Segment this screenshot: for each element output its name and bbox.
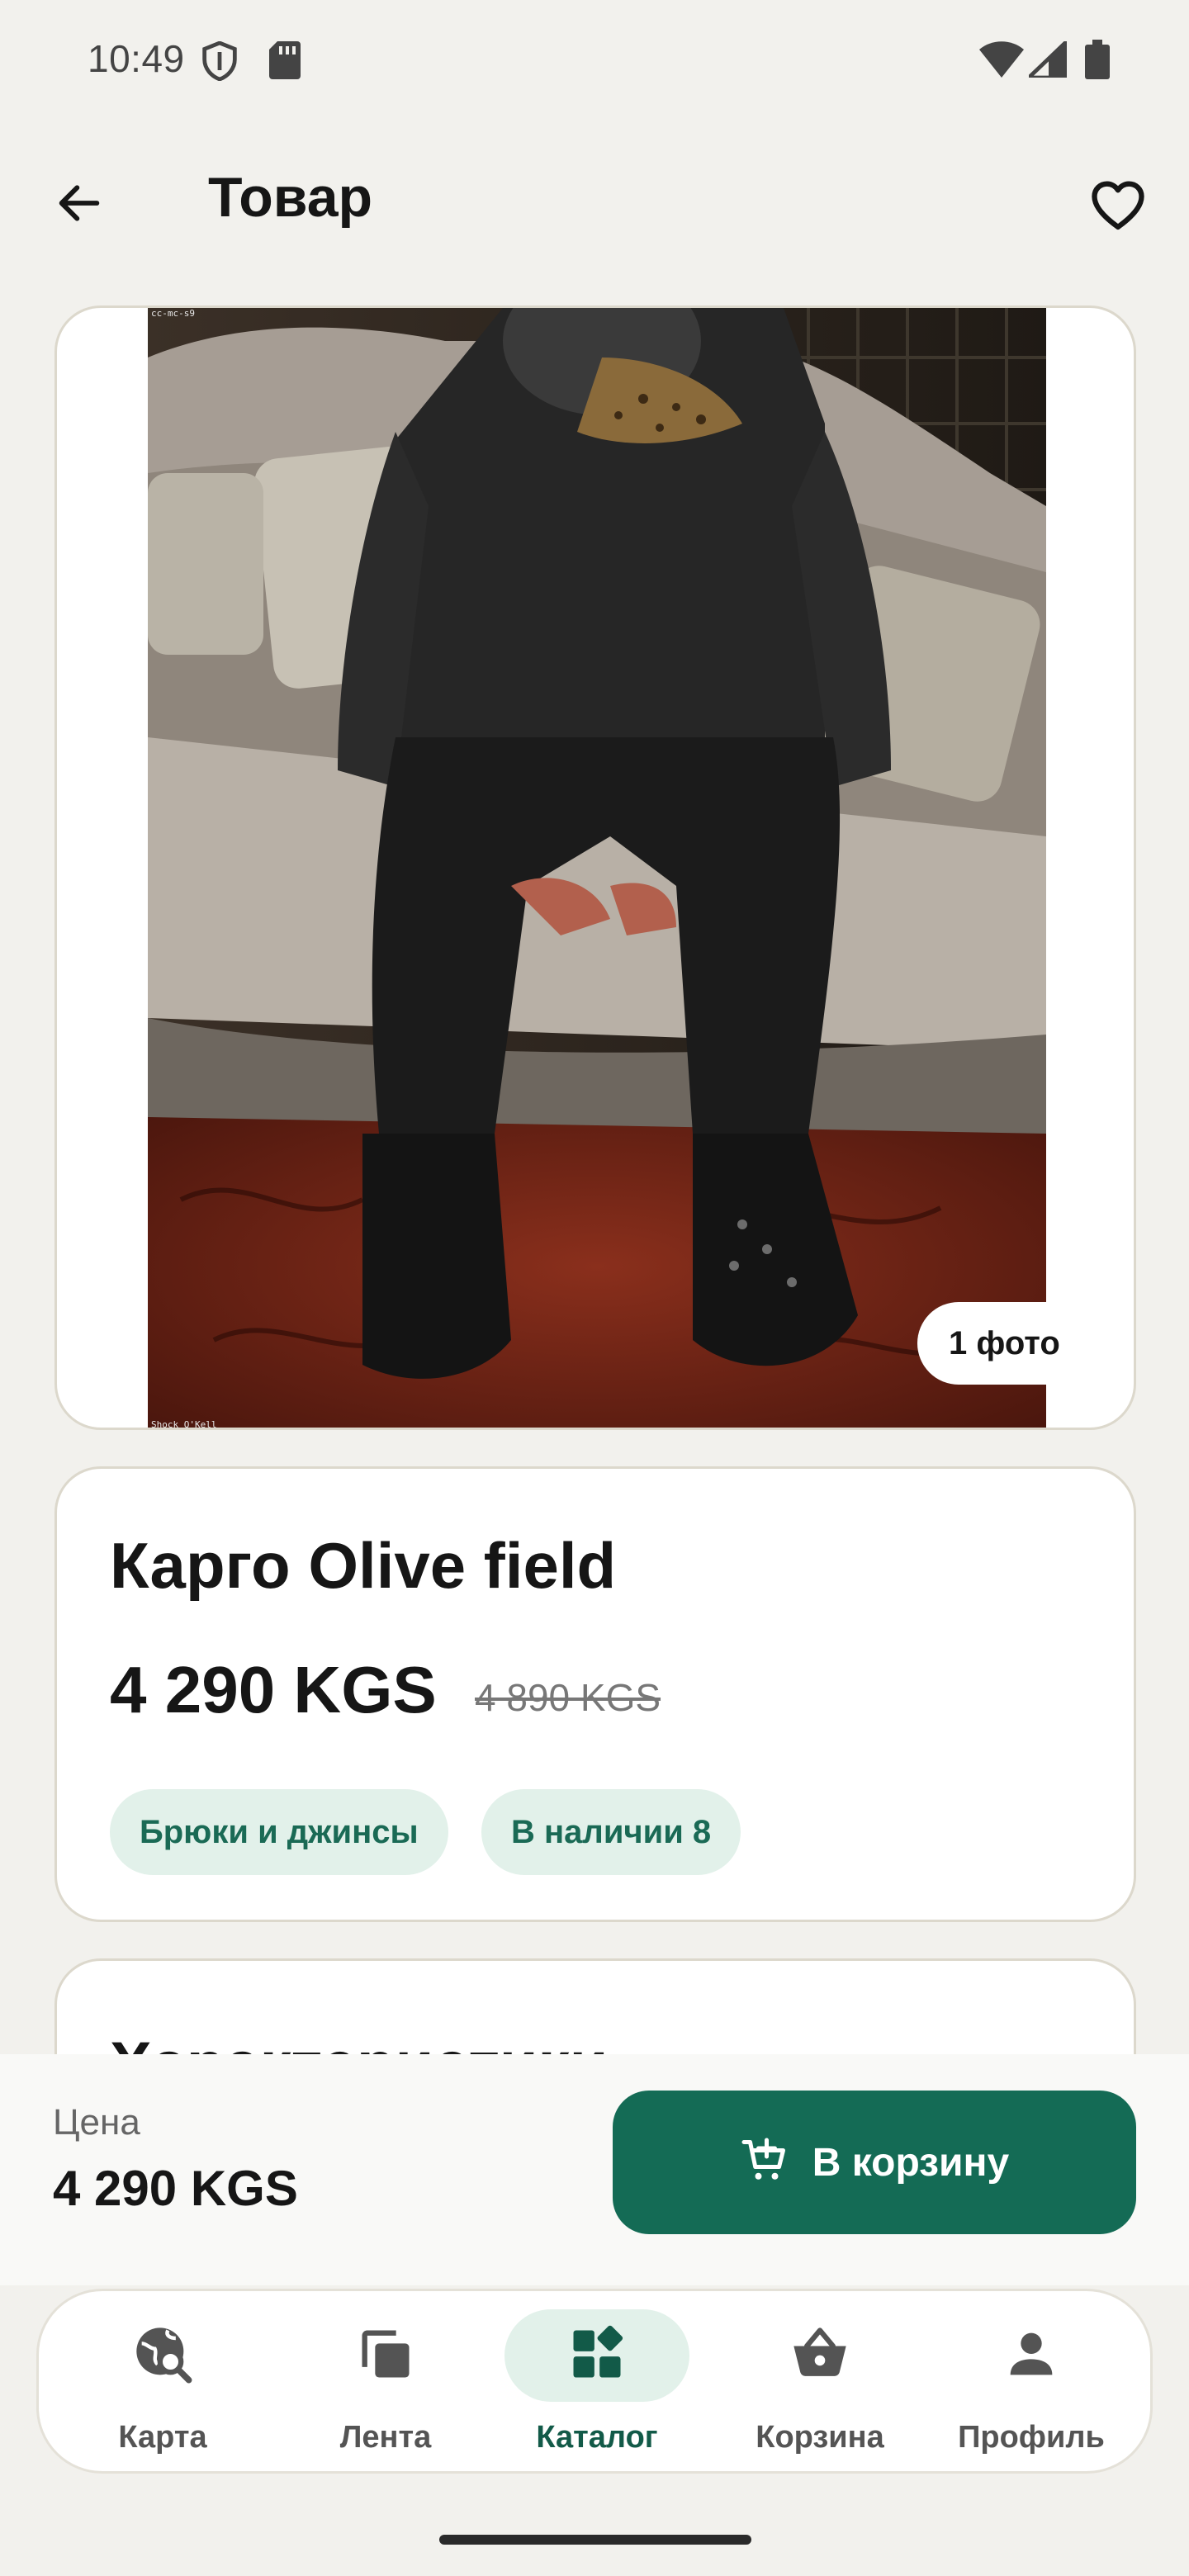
basket-icon [789, 2323, 851, 2389]
purchase-price: 4 290 KGS [53, 2161, 298, 2216]
photo-caption-top: cc-mc-s9 [151, 308, 195, 319]
product-info-card: Карго Olive field 4 290 KGS 4 890 KGS Бр… [54, 1466, 1136, 1922]
wifi-icon [979, 41, 1024, 82]
heart-outline-icon [1087, 173, 1149, 240]
top-app-bar: Товар [0, 140, 1189, 256]
nav-label-feed: Лента [339, 2420, 432, 2455]
add-to-cart-label: В корзину [812, 2140, 1010, 2185]
bottom-navigation: Карта Лента Каталог Корзина Профиль [36, 2289, 1153, 2474]
nav-item-feed[interactable]: Лента [278, 2291, 493, 2476]
shield-icon [201, 40, 238, 85]
add-to-cart-button[interactable]: В корзину [613, 2091, 1136, 2234]
home-indicator[interactable] [439, 2535, 751, 2545]
nav-item-catalog[interactable]: Каталог [490, 2291, 704, 2476]
nav-item-cart[interactable]: Корзина [713, 2291, 927, 2476]
signal-icon [1024, 36, 1069, 82]
nav-item-map[interactable]: Карта [55, 2291, 270, 2476]
catalog-grid-icon [566, 2323, 628, 2389]
product-old-price: 4 890 KGS [475, 1676, 661, 1719]
purchase-bar: Цена 4 290 KGS В корзину [0, 2054, 1189, 2285]
product-name: Карго Olive field [110, 1529, 617, 1602]
product-price: 4 290 KGS [110, 1653, 437, 1726]
category-chip[interactable]: Брюки и джинсы [110, 1789, 448, 1875]
product-screen: 10:49 Товар cc-mc-s9 Shock Q'Kell 1 фото… [0, 0, 1189, 2576]
photo-caption-bottom: Shock Q'Kell [151, 1419, 216, 1430]
nav-label-cart: Корзина [756, 2420, 884, 2455]
back-button[interactable] [46, 172, 112, 238]
status-bar: 10:49 [0, 0, 1189, 116]
nav-item-profile[interactable]: Профиль [924, 2291, 1139, 2476]
nav-label-profile: Профиль [958, 2420, 1105, 2455]
price-label: Цена [53, 2102, 140, 2143]
feed-stack-icon [354, 2323, 417, 2389]
battery-icon [1085, 40, 1110, 83]
favorite-button[interactable] [1082, 170, 1154, 243]
photo-count-badge: 1 фото [917, 1302, 1111, 1385]
stock-chip: В наличии 8 [481, 1789, 741, 1875]
map-search-icon [131, 2323, 194, 2389]
sd-card-icon [269, 41, 301, 83]
cart-add-icon [740, 2136, 789, 2190]
nav-label-map: Карта [118, 2420, 207, 2455]
nav-label-catalog: Каталог [536, 2420, 658, 2455]
product-photo-card[interactable]: cc-mc-s9 Shock Q'Kell 1 фото [54, 305, 1136, 1430]
page-title: Товар [208, 166, 373, 229]
product-photo[interactable]: cc-mc-s9 Shock Q'Kell [148, 308, 1046, 1430]
arrow-left-icon [53, 177, 106, 234]
person-icon [1000, 2323, 1063, 2389]
status-time: 10:49 [88, 37, 185, 80]
